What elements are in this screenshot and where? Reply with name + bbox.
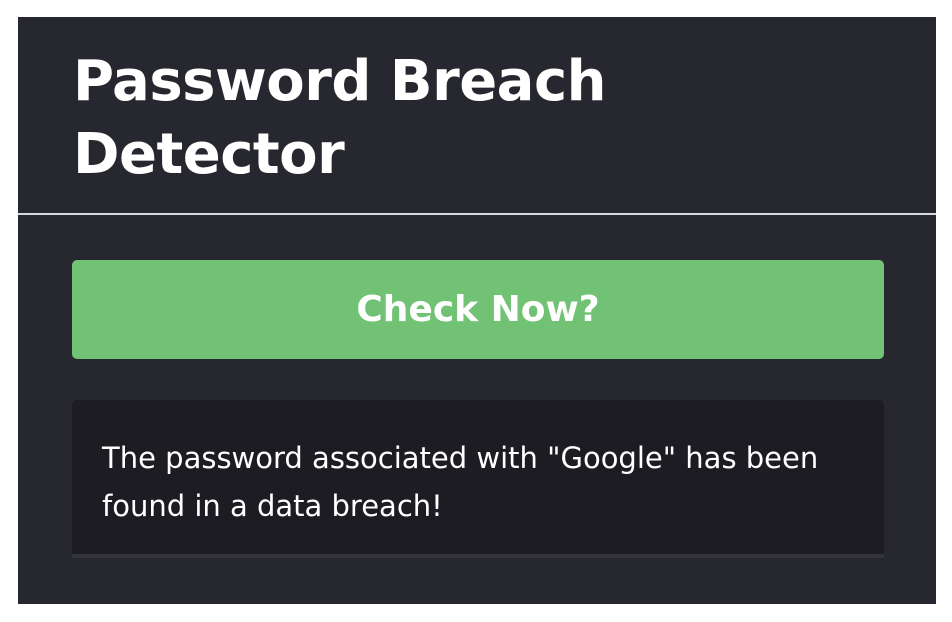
breach-detector-panel: Password Breach Detector Check Now? The … <box>18 17 936 604</box>
header: Password Breach Detector <box>18 17 936 215</box>
result-message-box: The password associated with "Google" ha… <box>72 400 884 558</box>
result-message: The password associated with "Google" ha… <box>102 441 819 523</box>
check-now-button[interactable]: Check Now? <box>72 260 884 359</box>
page-title: Password Breach Detector <box>73 49 607 187</box>
